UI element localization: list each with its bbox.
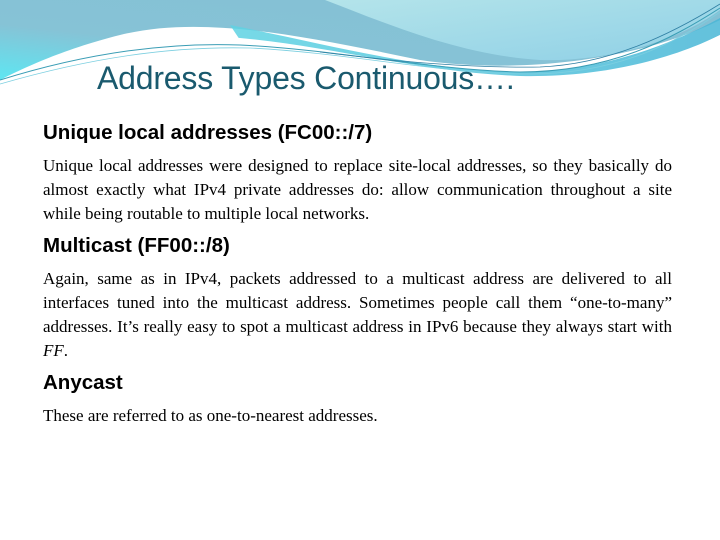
multicast-prefix-emphasis: FF (43, 341, 64, 360)
section-heading-anycast: Anycast (43, 371, 123, 394)
section-heading-multicast: Multicast (FF00::/8) (43, 234, 230, 257)
section-body-multicast: Again, same as in IPv4, packets addresse… (43, 267, 672, 363)
slide-content: Unique local addresses (FC00::/7) Unique… (43, 119, 672, 434)
multicast-body-end: . (63, 341, 69, 360)
slide-title: Address Types Continuous…. (97, 60, 515, 96)
section-heading-unique-local: Unique local addresses (FC00::/7) (43, 121, 373, 144)
section-body-anycast: These are referred to as one-to-nearest … (43, 406, 378, 425)
multicast-body-text: Again, same as in IPv4, packets addresse… (43, 269, 672, 336)
section-body-unique-local: Unique local addresses were designed to … (43, 156, 672, 223)
